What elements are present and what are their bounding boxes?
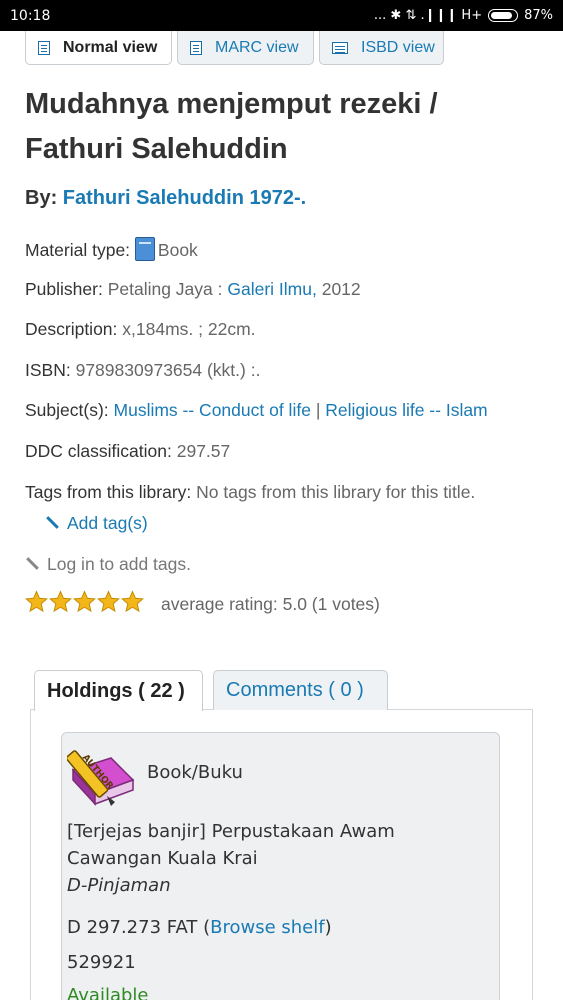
comments-tab-label: Comments ( 0 ) (226, 679, 364, 701)
tab-label: MARC view (215, 38, 299, 56)
holdings-tab-label: Holdings ( 22 ) (47, 679, 185, 702)
tab-normal-view[interactable]: Normal view (25, 31, 172, 65)
star-icon[interactable] (24, 590, 49, 613)
publisher-link[interactable]: Galeri Ilmu, (227, 279, 316, 299)
tab-holdings[interactable]: Holdings ( 22 ) (34, 670, 203, 711)
publisher-year: 2012 (321, 279, 361, 299)
collection: D-Pinjaman (67, 875, 171, 896)
subjects-label: Subject(s): (25, 400, 109, 420)
status-bar: 10:18 ... ✱ ⇅ .❙❙❙ H+ 87% (0, 0, 563, 31)
location-line-2: Cawangan Kuala Krai (67, 848, 258, 869)
rating-summary: average rating: 5.0 (1 votes) (161, 594, 380, 615)
subjects-row: Subject(s): Muslims -- Conduct of life |… (25, 400, 488, 421)
add-tags-label: Add tag(s) (67, 513, 148, 533)
tab-label: ISBD view (361, 38, 435, 56)
material-type-row: Material type: Book (25, 237, 198, 261)
tab-isbd-view[interactable]: ISBD view (319, 31, 444, 65)
tab-comments[interactable]: Comments ( 0 ) (213, 670, 388, 710)
tags-value: No tags from this library for this title… (196, 482, 476, 502)
battery-level: 87% (524, 8, 553, 23)
status-indicators: ... ✱ ⇅ .❙❙❙ H+ 87% (374, 8, 553, 23)
author-line: By: Fathuri Salehuddin 1972-. (25, 187, 306, 210)
folder-icon (332, 41, 348, 54)
document-icon (38, 40, 50, 55)
star-icon[interactable] (48, 590, 73, 613)
publisher-row: Publisher: Petaling Jaya : Galeri Ilmu, … (25, 279, 361, 300)
barcode: 529921 (67, 952, 136, 973)
pencil-icon (45, 516, 59, 530)
star-icon[interactable] (120, 590, 145, 613)
view-tabs: Normal view MARC view ISBD view (25, 31, 444, 65)
description-value: x,184ms. ; 22cm. (122, 319, 256, 339)
browse-shelf-link[interactable]: Browse shelf (210, 917, 324, 938)
material-type-value: Book (157, 240, 198, 260)
battery-icon (488, 9, 519, 22)
clock: 10:18 (10, 7, 51, 24)
description-row: Description: x,184ms. ; 22cm. (25, 319, 256, 340)
isbn-row: ISBN: 9789830973654 (kkt.) :. (25, 360, 260, 381)
description-label: Description: (25, 319, 118, 339)
author-link[interactable]: Fathuri Salehuddin 1972-. (63, 187, 306, 209)
title-line-2: Fathuri Salehuddin (25, 133, 288, 165)
star-rating[interactable] (24, 590, 145, 613)
pencil-icon (25, 557, 39, 571)
location-line-1: [Terjejas banjir] Perpustakaan Awam (67, 821, 395, 842)
subject-link-religious-life[interactable]: Religious life -- Islam (325, 400, 487, 420)
by-label: By: (25, 187, 58, 209)
login-tags-label: Log in to add tags. (47, 554, 191, 574)
subject-separator: | (315, 400, 321, 420)
book-icon (134, 237, 155, 261)
tab-marc-view[interactable]: MARC view (177, 31, 314, 65)
subject-link-muslims[interactable]: Muslims -- Conduct of life (114, 400, 311, 420)
publisher-place: Petaling Jaya : (107, 279, 223, 299)
call-number-value: D 297.273 FAT ( (67, 917, 211, 938)
publisher-label: Publisher: (25, 279, 103, 299)
tab-label: Normal view (63, 38, 158, 56)
add-tags-link[interactable]: Add tag(s) (45, 513, 148, 534)
ddc-row: DDC classification: 297.57 (25, 441, 230, 462)
record-title: Mudahnya menjemput rezeki / Fathuri Sale… (25, 82, 545, 172)
ddc-value: 297.57 (176, 441, 231, 461)
star-icon[interactable] (72, 590, 97, 613)
tags-label: Tags from this library: (25, 482, 192, 502)
call-number: D 297.273 FAT (Browse shelf) (67, 917, 332, 938)
material-type-label: Material type: (25, 240, 131, 260)
title-line-1: Mudahnya menjemput rezeki / (25, 88, 438, 120)
isbn-value: 9789830973654 (kkt.) :. (75, 360, 261, 380)
document-icon (190, 40, 202, 55)
tags-row: Tags from this library: No tags from thi… (25, 482, 475, 503)
call-number-end: ) (324, 917, 332, 938)
signal-indicators: ... ✱ ⇅ .❙❙❙ H+ (373, 8, 483, 23)
author-book-icon: AUTHOR (65, 740, 139, 812)
availability-status: Available (67, 985, 149, 1000)
item-type: Book/Buku (147, 762, 243, 783)
star-icon[interactable] (96, 590, 121, 613)
login-tags: Log in to add tags. (25, 554, 191, 575)
rating-text: average rating: 5.0 (1 votes) (161, 594, 380, 614)
isbn-label: ISBN: (25, 360, 71, 380)
ddc-label: DDC classification: (25, 441, 172, 461)
